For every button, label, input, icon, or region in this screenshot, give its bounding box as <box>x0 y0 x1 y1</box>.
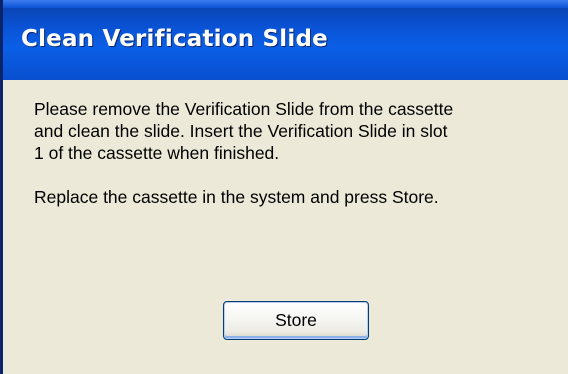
dialog-window: Clean Verification Slide Please remove t… <box>0 0 568 374</box>
message-body: Please remove the Verification Slide fro… <box>34 98 564 208</box>
message-line: and clean the slide. Insert the Verifica… <box>34 121 448 141</box>
message-line: Please remove the Verification Slide fro… <box>34 99 454 119</box>
message-line: 1 of the cassette when finished. <box>34 143 280 163</box>
message-line: Replace the cassette in the system and p… <box>34 187 439 207</box>
title-bar[interactable]: Clean Verification Slide <box>3 0 568 80</box>
title-bar-highlight <box>3 0 568 8</box>
window-title: Clean Verification Slide <box>21 26 328 52</box>
store-button[interactable]: Store <box>223 301 369 340</box>
